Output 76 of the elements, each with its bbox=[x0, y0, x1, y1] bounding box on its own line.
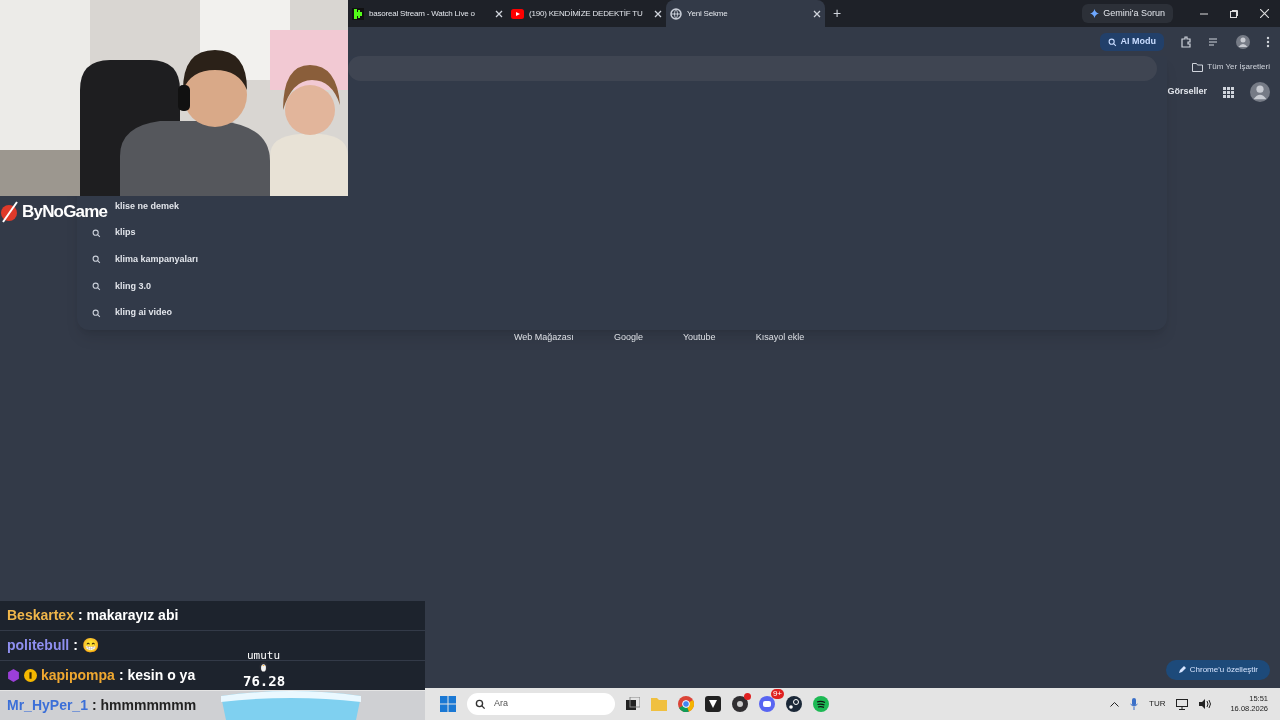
sparkle-icon bbox=[1090, 9, 1100, 18]
puzzle-icon[interactable] bbox=[1180, 36, 1192, 48]
suggestion-item[interactable]: klips bbox=[115, 226, 136, 240]
shortcut-link[interactable]: Web Mağazası bbox=[514, 331, 574, 345]
suggestion-item[interactable]: klima kampanyaları bbox=[115, 252, 199, 267]
folder-icon bbox=[1192, 62, 1204, 72]
speaker-icon[interactable] bbox=[1199, 699, 1212, 709]
tab-title: (190) KENDİMİZE DEDEKTİF TU bbox=[529, 7, 644, 20]
monitor-icon[interactable] bbox=[1176, 698, 1189, 710]
restore-icon[interactable] bbox=[1230, 9, 1238, 18]
search-icon bbox=[92, 228, 101, 238]
suggestion-item[interactable]: kling ai video bbox=[115, 306, 172, 320]
microphone-icon[interactable] bbox=[1130, 698, 1138, 710]
browser-icon[interactable] bbox=[678, 696, 694, 712]
avatar-icon[interactable] bbox=[1250, 82, 1270, 102]
taskbar-search-field[interactable]: Ara bbox=[467, 693, 615, 715]
globe-icon bbox=[670, 7, 682, 20]
close-icon[interactable] bbox=[654, 9, 662, 18]
tab-title: Yeni Sekme bbox=[687, 7, 729, 20]
play-icon bbox=[511, 8, 524, 19]
new-tab-button[interactable]: + bbox=[833, 3, 842, 24]
search-icon bbox=[92, 255, 101, 265]
record-icon[interactable] bbox=[732, 696, 748, 712]
tab-logo-icon bbox=[352, 7, 364, 20]
playlist-icon[interactable] bbox=[1208, 36, 1220, 48]
tab-title: basoreal Stream - Watch Live o bbox=[369, 7, 476, 20]
browser-tab[interactable]: basoreal Stream - Watch Live o bbox=[348, 0, 507, 27]
bookmarks-folder[interactable]: Tüm Yer İşaretleri bbox=[1192, 61, 1270, 73]
browser-tab[interactable]: (190) KENDİMİZE DEDEKTİF TU bbox=[507, 0, 666, 27]
search-icon bbox=[1107, 37, 1117, 47]
music-icon[interactable] bbox=[813, 696, 829, 712]
close-icon[interactable] bbox=[495, 9, 503, 18]
search-icon bbox=[92, 281, 101, 291]
shortcut-link[interactable]: Google bbox=[613, 331, 643, 345]
chat-text: : kesin o ya bbox=[118, 666, 196, 685]
cube-icon bbox=[7, 669, 20, 682]
notification-count: 9+ bbox=[770, 689, 784, 699]
chat-text: : makarayız abi bbox=[77, 606, 179, 625]
images-link[interactable]: Görseller bbox=[1167, 85, 1207, 99]
notification-dot-icon bbox=[744, 693, 751, 700]
browser-tab[interactable]: Yeni Sekme bbox=[666, 0, 825, 27]
windows-stack-icon[interactable] bbox=[626, 697, 640, 711]
player-name: umutu bbox=[247, 648, 281, 664]
suggestion-item[interactable]: kling 3.0 bbox=[115, 279, 151, 294]
close-icon[interactable] bbox=[1260, 9, 1269, 18]
suggestion-item[interactable]: klise ne demek bbox=[115, 199, 180, 214]
shortcut-link[interactable]: Youtube bbox=[682, 331, 716, 345]
chat-text: : hmmmmmmm bbox=[91, 696, 197, 715]
ask-gemini-button[interactable]: Gemini'a Sorun bbox=[1082, 4, 1173, 23]
customize-chrome-button[interactable]: Chrome'u özelleştir bbox=[1165, 660, 1270, 680]
more-icon[interactable] bbox=[1266, 36, 1270, 48]
chevron-up-icon[interactable] bbox=[1110, 701, 1119, 707]
ai-mode-button[interactable]: AI Modu bbox=[1099, 33, 1164, 51]
chat-app-icon[interactable] bbox=[759, 696, 775, 712]
chat-username: kapipompa bbox=[41, 666, 115, 685]
chat-username: Beskartex bbox=[7, 606, 74, 625]
avatar-icon[interactable] bbox=[1236, 35, 1250, 49]
bookmarks-label: Tüm Yer İşaretleri bbox=[1207, 61, 1270, 73]
close-icon[interactable] bbox=[813, 9, 821, 18]
chat-text: : 😁 bbox=[73, 636, 99, 655]
language-indicator[interactable]: TUR bbox=[1149, 698, 1166, 710]
coin-icon bbox=[24, 669, 37, 682]
apps-grid-icon[interactable] bbox=[1223, 86, 1234, 98]
search-icon bbox=[92, 308, 101, 318]
search-placeholder: Ara bbox=[494, 697, 508, 711]
pencil-icon bbox=[1177, 666, 1186, 674]
chat-username: Mr_HyPer_1 bbox=[7, 696, 88, 715]
shortcut-link[interactable]: Kısayol ekle bbox=[755, 331, 805, 345]
penguin-icon bbox=[258, 661, 269, 672]
chat-username: politebull bbox=[7, 636, 70, 655]
search-icon bbox=[475, 698, 486, 710]
steam-icon[interactable] bbox=[786, 696, 802, 712]
logo-text: ByNoGame bbox=[22, 201, 108, 223]
app-icon[interactable] bbox=[705, 696, 721, 712]
logo-mark-icon bbox=[0, 200, 20, 223]
player-score: 76.28 bbox=[243, 673, 286, 689]
